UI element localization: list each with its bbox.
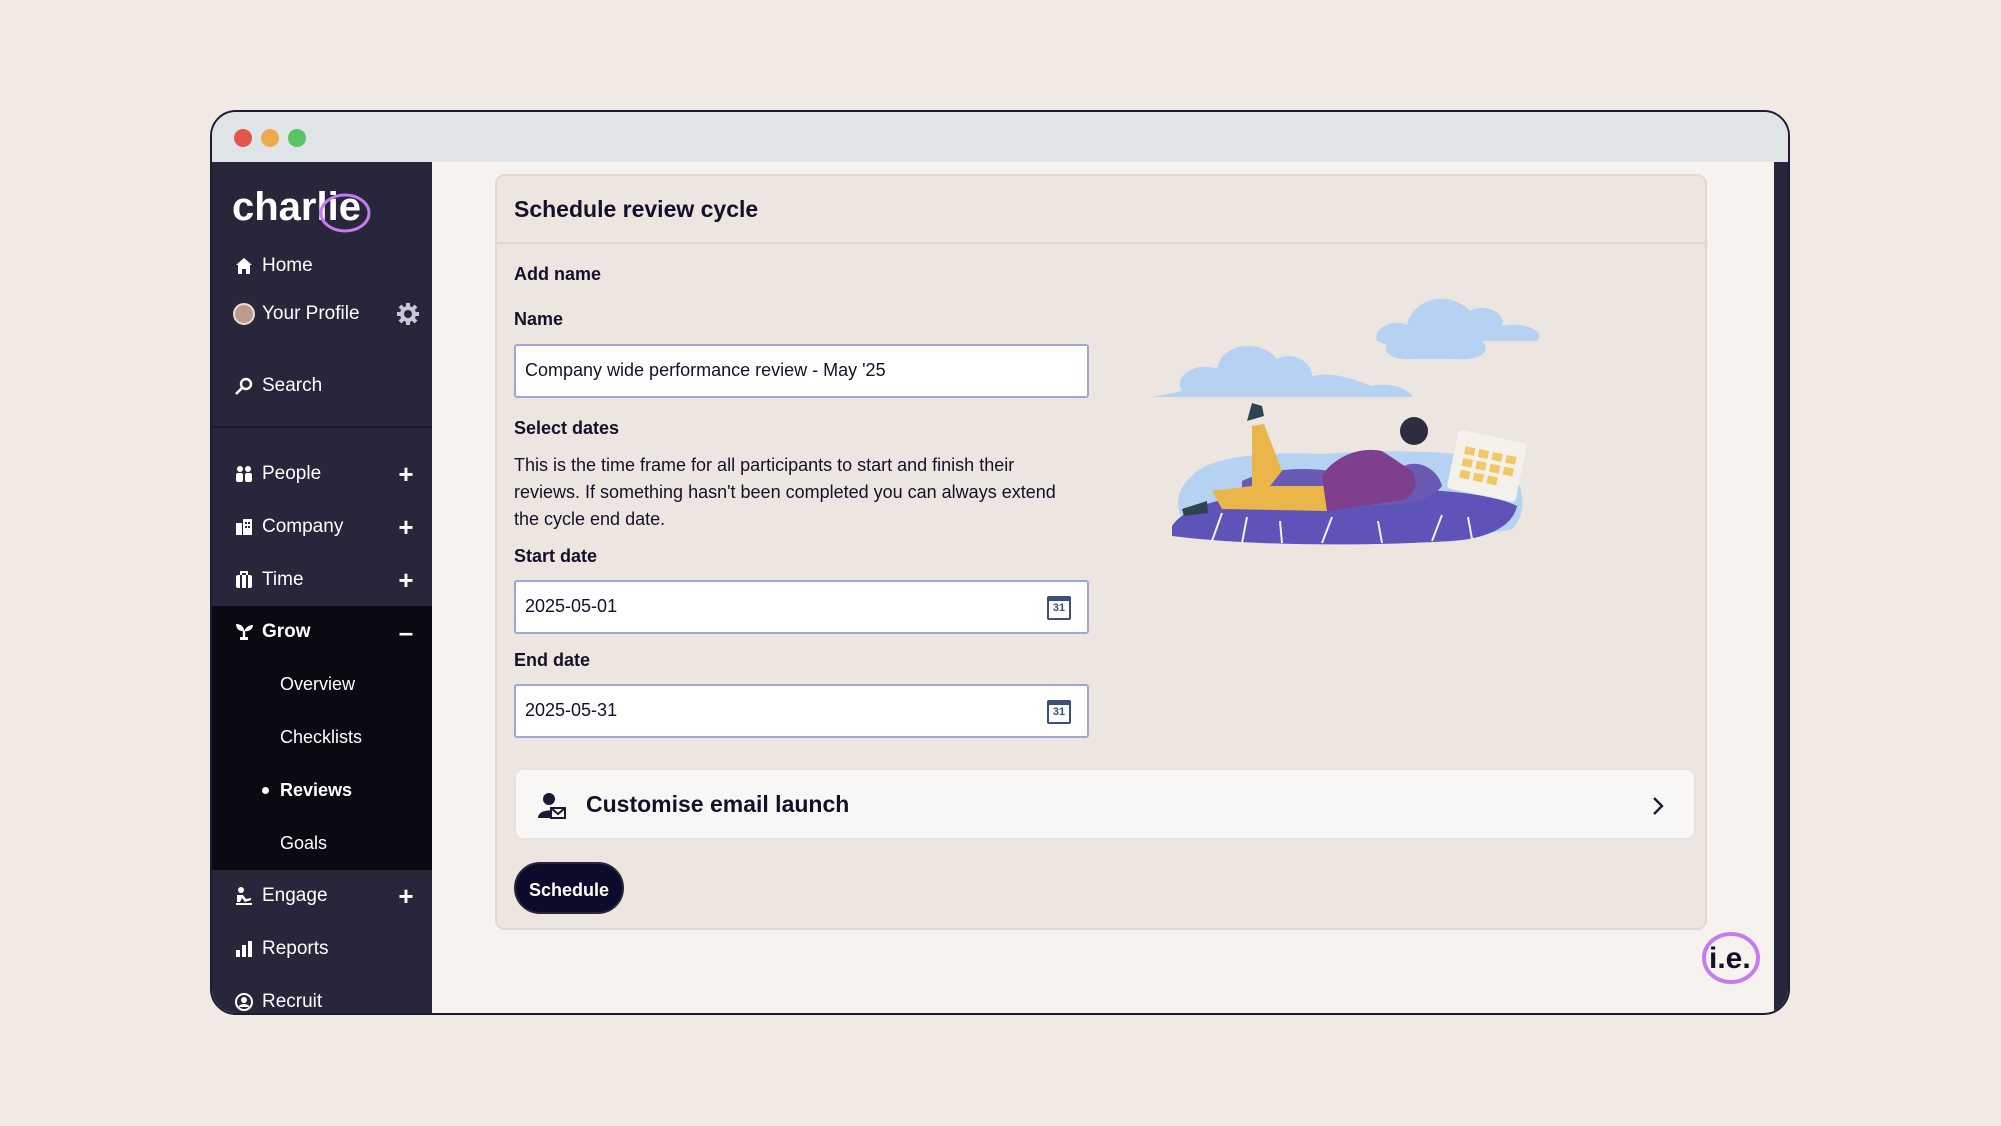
end-date-label: End date bbox=[514, 650, 591, 670]
charlie-logo[interactable]: charlie bbox=[232, 180, 382, 234]
sidebar-item-time[interactable]: Time + bbox=[212, 554, 432, 606]
select-dates-heading: Select dates bbox=[514, 418, 620, 438]
sidebar-subitem-overview[interactable]: Overview bbox=[212, 658, 432, 710]
people-icon bbox=[232, 462, 256, 486]
start-date-input[interactable]: 2025-05-01 31 bbox=[514, 580, 1089, 634]
sidebar-item-your-profile[interactable]: Your Profile bbox=[212, 288, 432, 340]
sidebar-item-label: Home bbox=[262, 255, 313, 276]
name-input[interactable]: Company wide performance review - May '2… bbox=[514, 344, 1089, 398]
search-icon bbox=[232, 374, 256, 398]
end-date-value: 2025-05-31 bbox=[525, 700, 618, 720]
sidebar-item-label: Time bbox=[262, 569, 304, 590]
app-window: charlie Home Your Profile Search People … bbox=[210, 110, 1790, 1015]
expand-time-button[interactable]: + bbox=[392, 566, 420, 594]
active-bullet-icon bbox=[262, 787, 269, 794]
sidebar-subitem-label: Checklists bbox=[280, 726, 363, 747]
sidebar-item-label: Grow bbox=[262, 621, 311, 642]
sidebar-item-grow[interactable]: Grow – bbox=[212, 606, 432, 658]
sidebar-subitem-label: Reviews bbox=[280, 779, 353, 800]
right-edge-bar bbox=[1774, 162, 1788, 1013]
avatar bbox=[232, 302, 256, 326]
sidebar-divider bbox=[212, 426, 432, 428]
schedule-review-card: Schedule review cycle Add name Name Comp… bbox=[495, 174, 1707, 930]
page-title: Schedule review cycle bbox=[514, 196, 759, 222]
ie-corner-logo[interactable]: i.e. bbox=[1700, 928, 1762, 986]
close-window-button[interactable] bbox=[234, 129, 252, 147]
sidebar-item-home[interactable]: Home bbox=[212, 240, 432, 292]
expand-people-button[interactable]: + bbox=[392, 460, 420, 488]
sidebar-subitem-reviews[interactable]: Reviews bbox=[212, 764, 432, 816]
sidebar-item-people[interactable]: People + bbox=[212, 448, 432, 500]
company-icon bbox=[232, 515, 256, 539]
email-launch-label: Customise email launch bbox=[586, 791, 850, 817]
sidebar-item-recruit[interactable]: Recruit bbox=[212, 976, 432, 1013]
dates-description: This is the time frame for all participa… bbox=[514, 455, 1056, 529]
gear-icon[interactable] bbox=[396, 302, 420, 326]
grow-icon bbox=[232, 620, 256, 644]
engage-icon bbox=[232, 884, 256, 908]
card-header: Schedule review cycle bbox=[497, 176, 1705, 244]
person-email-icon bbox=[538, 793, 566, 819]
expand-company-button[interactable]: + bbox=[392, 513, 420, 541]
calendar-icon[interactable]: 31 bbox=[1047, 700, 1071, 724]
window-titlebar bbox=[212, 112, 1788, 162]
schedule-button[interactable]: Schedule bbox=[514, 862, 624, 914]
sidebar-item-label: Company bbox=[262, 516, 344, 537]
sidebar-subitem-checklists[interactable]: Checklists bbox=[212, 711, 432, 763]
end-date-input[interactable]: 2025-05-31 31 bbox=[514, 684, 1089, 738]
sidebar-subitem-label: Goals bbox=[280, 832, 328, 853]
start-date-label: Start date bbox=[514, 546, 598, 566]
bar-chart-icon bbox=[232, 937, 256, 961]
sidebar-item-label: People bbox=[262, 463, 322, 484]
maximize-window-button[interactable] bbox=[288, 129, 306, 147]
sidebar: charlie Home Your Profile Search People … bbox=[212, 162, 432, 1013]
sidebar-item-company[interactable]: Company + bbox=[212, 501, 432, 553]
sidebar-item-label: Search bbox=[262, 375, 323, 396]
sidebar-item-label: Recruit bbox=[262, 991, 323, 1012]
svg-text:i.e.: i.e. bbox=[1709, 942, 1751, 975]
collapse-grow-button[interactable]: – bbox=[392, 618, 420, 646]
time-icon bbox=[232, 568, 256, 592]
minimize-window-button[interactable] bbox=[261, 129, 279, 147]
person-reading-calendar-illustration bbox=[1152, 298, 1540, 545]
start-date-value: 2025-05-01 bbox=[525, 596, 618, 616]
home-icon bbox=[232, 254, 256, 278]
name-label: Name bbox=[514, 309, 564, 329]
sidebar-subitem-label: Overview bbox=[280, 673, 356, 694]
sidebar-item-engage[interactable]: Engage + bbox=[212, 870, 432, 922]
calendar-icon[interactable]: 31 bbox=[1047, 596, 1071, 620]
sidebar-subitem-goals[interactable]: Goals bbox=[212, 817, 432, 869]
add-name-heading: Add name bbox=[514, 264, 602, 284]
customise-email-launch-expander[interactable]: Customise email launch bbox=[514, 768, 1696, 840]
expand-engage-button[interactable]: + bbox=[392, 882, 420, 910]
grow-section: Grow – Overview Checklists Reviews Goals bbox=[212, 606, 432, 870]
chevron-right-icon bbox=[1653, 797, 1664, 815]
sidebar-item-label: Engage bbox=[262, 885, 328, 906]
svg-text:charlie: charlie bbox=[232, 185, 361, 229]
sidebar-item-search[interactable]: Search bbox=[212, 360, 432, 412]
sidebar-item-reports[interactable]: Reports bbox=[212, 923, 432, 975]
recruit-icon bbox=[232, 990, 256, 1013]
sidebar-item-label: Reports bbox=[262, 938, 329, 959]
sidebar-item-label: Your Profile bbox=[262, 303, 360, 324]
